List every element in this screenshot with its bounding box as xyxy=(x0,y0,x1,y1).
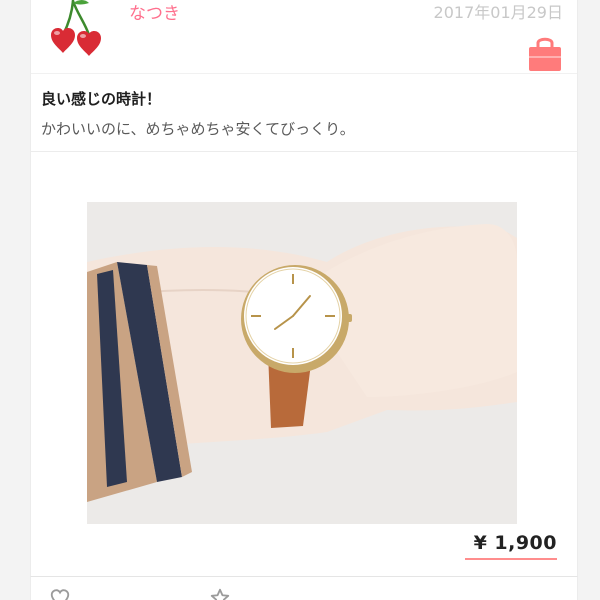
post-page: なつき 2017年01月29日 良い感じの時計！ かわいいのに、めちゃめちゃ安く… xyxy=(0,0,600,600)
price: ¥ 1,900 xyxy=(473,532,557,554)
username[interactable]: なつき xyxy=(129,0,180,24)
avatar[interactable] xyxy=(45,0,109,59)
post-body: かわいいのに、めちゃめちゃ安くてびっくり。 xyxy=(41,120,355,138)
post-date: 2017年01月29日 xyxy=(433,3,563,22)
price-underline xyxy=(465,558,557,560)
post-header-card: なつき 2017年01月29日 良い感じの時計！ かわいいのに、めちゃめちゃ安く… xyxy=(30,0,578,152)
price-block: ¥ 1,900 xyxy=(465,532,557,560)
post-title: 良い感じの時計！ xyxy=(41,90,162,108)
heart-icon xyxy=(50,589,70,600)
action-bar xyxy=(30,576,578,600)
post-content: ¥ 1,900 xyxy=(30,152,578,582)
like-button[interactable] xyxy=(49,585,71,600)
header-divider xyxy=(31,73,577,74)
favorite-button[interactable] xyxy=(209,585,231,600)
shopping-bag-icon[interactable] xyxy=(525,33,565,73)
post-photo[interactable] xyxy=(87,202,517,524)
cherry-icon xyxy=(51,0,101,56)
star-icon xyxy=(210,588,230,600)
